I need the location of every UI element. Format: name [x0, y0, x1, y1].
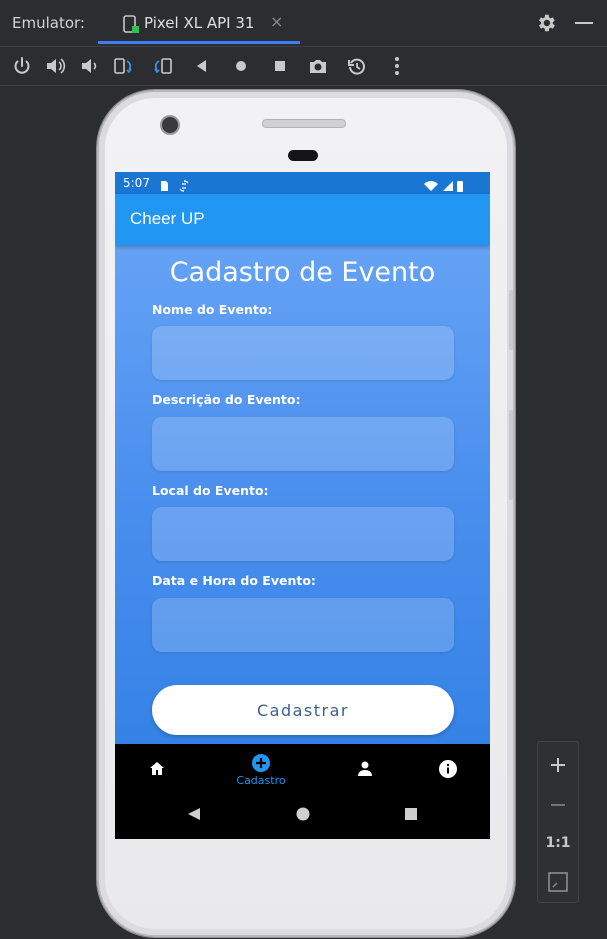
sim-card-icon: [158, 177, 170, 191]
event-location-label: Local do Evento:: [152, 483, 269, 498]
speaker-grille: [262, 119, 346, 128]
app-bar: Cheer UP: [115, 194, 490, 245]
event-name-input[interactable]: [152, 326, 454, 380]
power-icon[interactable]: [11, 55, 33, 77]
back-icon[interactable]: [191, 55, 213, 77]
home-button-icon[interactable]: [230, 55, 252, 77]
emulator-label: Emulator:: [12, 14, 85, 32]
device-tab[interactable]: Pixel XL API 31 ×: [98, 8, 300, 44]
event-name-label: Nome do Evento:: [152, 302, 273, 317]
event-form: Cadastro de Evento Nome do Evento: Descr…: [115, 245, 490, 744]
volume-up-icon[interactable]: [44, 55, 66, 77]
overview-icon[interactable]: [269, 55, 291, 77]
signal-icon: [442, 177, 454, 191]
event-datetime-input[interactable]: [152, 598, 454, 652]
wifi-icon: [423, 177, 439, 191]
zoom-panel: 1:1: [537, 741, 579, 903]
rotate-right-icon[interactable]: [152, 55, 174, 77]
emulator-header: Emulator: Pixel XL API 31 ×: [0, 0, 607, 46]
info-icon: [439, 760, 457, 778]
sync-icon: [178, 177, 190, 192]
status-bar: 5:07: [115, 172, 490, 194]
event-description-input[interactable]: [152, 417, 454, 471]
snapshot-icon[interactable]: [346, 55, 368, 77]
app-title: Cheer UP: [130, 209, 205, 228]
gear-icon[interactable]: [535, 12, 557, 34]
system-navigation-bar: [115, 792, 490, 839]
system-back-icon[interactable]: [186, 806, 202, 826]
zoom-actual-size-button[interactable]: 1:1: [538, 824, 578, 862]
fit-screen-icon[interactable]: [538, 863, 578, 901]
person-icon: [358, 761, 372, 776]
submit-button[interactable]: Cadastrar: [152, 685, 454, 735]
home-icon: [150, 762, 164, 775]
nav-label-cadastro: Cadastro: [236, 774, 286, 787]
minimize-icon[interactable]: [575, 22, 593, 24]
page-title: Cadastro de Evento: [169, 257, 436, 288]
rotate-left-icon[interactable]: [112, 55, 134, 77]
bottom-navigation: Cadastro: [115, 744, 490, 792]
power-side-button: [509, 290, 513, 350]
front-camera: [160, 115, 180, 135]
zoom-out-button[interactable]: [538, 786, 578, 824]
volume-side-button: [509, 410, 513, 500]
event-datetime-label: Data e Hora do Evento:: [152, 573, 316, 588]
emulator-toolbar: [0, 47, 607, 85]
add-circle-icon: [252, 754, 270, 772]
earpiece: [288, 150, 318, 161]
device-tab-icon: [120, 14, 142, 36]
system-home-icon[interactable]: [295, 806, 311, 826]
event-description-label: Descrição do Evento:: [152, 392, 301, 407]
close-tab-icon[interactable]: ×: [270, 12, 283, 31]
zoom-in-button[interactable]: [538, 746, 578, 784]
more-icon[interactable]: [386, 55, 408, 77]
camera-icon[interactable]: [307, 55, 329, 77]
active-tab-indicator: [98, 41, 300, 44]
battery-icon: [456, 177, 464, 192]
system-overview-icon[interactable]: [403, 806, 419, 826]
event-location-input[interactable]: [152, 507, 454, 561]
device-screen: 5:07 Cheer UP Cadastro de Evento Nome do…: [115, 172, 490, 839]
device-tab-label: Pixel XL API 31: [144, 14, 255, 32]
volume-down-icon[interactable]: [78, 55, 100, 77]
status-time: 5:07: [123, 176, 150, 190]
